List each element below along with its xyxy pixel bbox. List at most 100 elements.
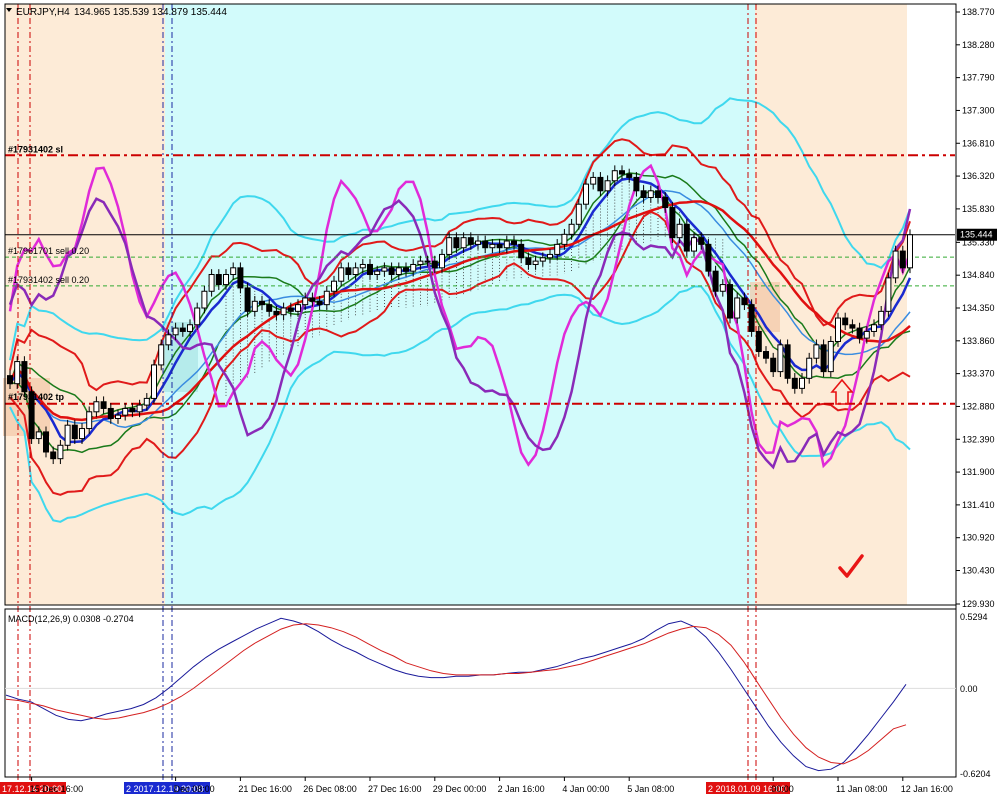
bear-candle: [316, 300, 323, 306]
price-tick-label: 129.930: [962, 599, 995, 609]
time-tick-label: 12 Jan 16:00: [901, 784, 953, 794]
time-tick-label: 27 Dec 16:00: [368, 784, 422, 794]
bear-candle: [842, 317, 849, 326]
bull-candle: [86, 411, 93, 430]
bull-candle: [539, 257, 546, 262]
bear-candle: [727, 284, 733, 319]
bull-candle: [863, 330, 870, 339]
bull-candle: [122, 407, 129, 416]
bull-candle: [223, 274, 229, 286]
bull-candle: [115, 414, 121, 419]
bear-candle: [698, 237, 705, 245]
price-tick-label: 136.810: [962, 138, 995, 148]
bear-candle: [482, 240, 489, 249]
bear-candle: [367, 263, 373, 276]
price-tick-label: 131.900: [962, 467, 995, 477]
current-price-label: 135.444: [960, 230, 993, 240]
chart-header: EURJPY,H4 134.965 135.539 134.879 135.44…: [6, 7, 227, 18]
bull-candle: [359, 263, 366, 269]
time-tick-label: 26 Dec 08:00: [303, 784, 357, 794]
price-tick-label: 133.370: [962, 369, 995, 379]
bear-candle: [640, 190, 647, 199]
bull-candle: [892, 250, 899, 279]
bull-candle: [35, 431, 42, 440]
bull-candle: [806, 357, 813, 379]
bear-candle: [309, 297, 316, 302]
bear-candle: [273, 310, 280, 316]
bull-candle: [395, 267, 402, 276]
bull-candle: [568, 223, 575, 235]
price-tick-label: 131.410: [962, 500, 995, 510]
bear-candle: [525, 257, 532, 265]
axis-background: [956, 4, 1000, 777]
bull-candle: [158, 344, 165, 366]
bull-candle: [374, 270, 381, 276]
bull-candle: [439, 253, 445, 269]
price-tick-label: 133.860: [962, 336, 995, 346]
time-tick-label: 21 Dec 16:00: [238, 784, 292, 794]
time-tick-label: 11 Jan 08:00: [836, 784, 887, 794]
bull-candle: [583, 183, 589, 205]
bear-candle: [712, 270, 719, 292]
bear-candle: [7, 375, 13, 385]
bear-candle: [683, 223, 690, 252]
bull-candle: [424, 260, 431, 263]
bull-candle: [201, 290, 208, 309]
bull-candle: [532, 260, 539, 265]
bull-candle: [489, 243, 496, 249]
bull-candle: [446, 237, 453, 255]
bear-candle: [597, 176, 604, 192]
bear-candle: [626, 173, 633, 178]
price-tick-label: 137.790: [962, 73, 995, 83]
bull-candle: [338, 267, 345, 282]
bull-candle: [230, 267, 237, 276]
bull-candle: [871, 324, 877, 332]
bull-candle: [611, 170, 618, 182]
bear-candle: [21, 361, 28, 393]
bull-candle: [151, 364, 157, 399]
bear-candle: [662, 197, 669, 209]
bull-candle: [302, 297, 309, 306]
bear-candle: [259, 300, 265, 306]
bull-candle: [208, 274, 215, 292]
bull-candle: [734, 297, 741, 319]
bear-candle: [820, 344, 827, 373]
bear-candle: [467, 237, 474, 245]
bear-candle: [403, 267, 409, 272]
bear-candle: [100, 401, 107, 409]
bear-candle: [266, 304, 273, 312]
session-zones: [3, 4, 907, 605]
bear-candle: [633, 176, 640, 192]
bear-candle: [431, 260, 438, 269]
price-tick-label: 130.430: [962, 566, 995, 576]
bear-candle: [129, 407, 136, 413]
bull-candle: [251, 300, 258, 312]
bear-candle: [237, 267, 244, 289]
bear-candle: [619, 170, 625, 175]
sell-order-label-1: #17961701 sell 0.20: [8, 246, 89, 256]
bear-candle: [856, 327, 863, 339]
bull-candle: [194, 307, 201, 326]
tp-label: #17931402 tp: [8, 392, 65, 402]
macd-axis-zero: 0.00: [960, 684, 978, 694]
bear-candle: [755, 330, 762, 353]
bear-candle: [453, 237, 460, 249]
bear-candle: [244, 287, 251, 312]
bull-candle: [777, 344, 784, 373]
bear-candle: [705, 243, 712, 272]
time-tick-label: 29 Dec 00:00: [433, 784, 487, 794]
bull-candle: [827, 340, 834, 373]
mt4-chart-window[interactable]: #17931402 sl #17931402 tp #17961701 sell…: [0, 0, 1000, 800]
bull-candle: [691, 237, 697, 252]
bull-candle: [676, 223, 683, 239]
bull-candle: [878, 310, 885, 326]
bear-candle: [107, 407, 114, 419]
bull-candle: [143, 397, 150, 406]
bear-candle: [71, 424, 78, 440]
bear-candle: [784, 344, 791, 379]
bull-candle: [475, 240, 481, 245]
bull-candle: [575, 203, 582, 225]
bear-candle: [511, 240, 517, 245]
bull-candle: [719, 284, 726, 292]
bull-candle: [410, 263, 417, 272]
